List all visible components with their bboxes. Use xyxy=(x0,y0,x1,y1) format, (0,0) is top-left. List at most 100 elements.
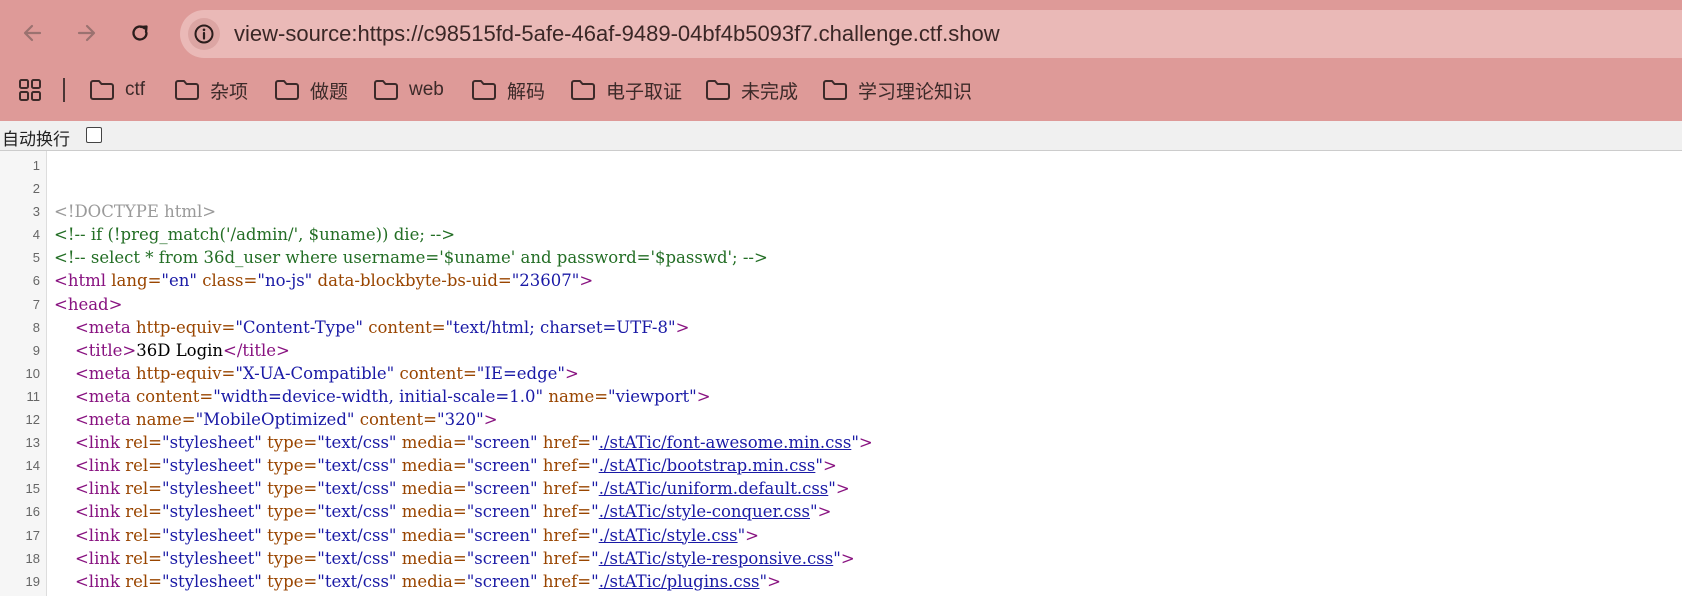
source-token: "text/css" xyxy=(317,479,397,499)
source-token: <!-- if (!preg_match('/admin/', $uname))… xyxy=(54,225,456,245)
folder-icon xyxy=(706,80,730,100)
source-token: rel= xyxy=(125,548,162,568)
source-token: "stylesheet" xyxy=(162,571,262,591)
source-token: type= xyxy=(261,525,318,545)
source-token: "IE=edge" xyxy=(476,363,566,383)
source-token: class= xyxy=(196,271,258,291)
source-token: " xyxy=(851,433,859,453)
source-token: " xyxy=(591,479,599,499)
source-line: 14 <link rel="stylesheet" type="text/css… xyxy=(0,454,1682,477)
source-token: 36D Login xyxy=(136,340,224,360)
line-number: 12 xyxy=(25,412,40,428)
source-link[interactable]: ./stATic/style.css xyxy=(599,526,738,545)
source-view: 1 2 3 <!DOCTYPE html> 4 <!-- if (!preg_match(… xyxy=(0,151,1682,596)
bookmark-folder-misc[interactable]: 杂项 xyxy=(174,76,248,104)
source-token: <meta xyxy=(54,386,136,406)
source-token: http-equiv= xyxy=(135,363,236,383)
source-token: " xyxy=(591,525,599,545)
folder-icon xyxy=(374,80,398,100)
url-text[interactable]: view-source:https://c98515fd-5afe-46af-9… xyxy=(234,21,1000,47)
source-link[interactable]: ./stATic/bootstrap.min.css xyxy=(599,456,816,475)
source-token: "screen" xyxy=(466,433,538,453)
line-content: <meta http-equiv="X-UA-Compatible" conte… xyxy=(54,362,579,385)
forward-button[interactable] xyxy=(68,15,104,51)
source-token: </title> xyxy=(223,340,290,360)
line-content: <link rel="stylesheet" type="text/css" m… xyxy=(54,547,855,570)
source-link[interactable]: ./stATic/font-awesome.min.css xyxy=(599,433,852,452)
bookmark-label: 解码 xyxy=(507,81,546,103)
source-token: "viewport" xyxy=(608,386,697,406)
source-line: 12 <meta name="MobileOptimized" content=… xyxy=(0,408,1682,431)
bookmark-label: 未完成 xyxy=(741,81,799,103)
source-link[interactable]: ./stATic/plugins.css xyxy=(599,572,760,591)
source-token: <link xyxy=(54,433,126,453)
source-token: > xyxy=(822,456,837,476)
source-token: " xyxy=(809,502,818,522)
source-token: <link xyxy=(54,502,126,522)
source-token: content= xyxy=(363,317,446,337)
folder-icon xyxy=(472,80,496,100)
line-number: 16 xyxy=(25,504,40,520)
source-token: > xyxy=(745,525,759,545)
source-token: " xyxy=(591,456,599,476)
bookmark-folder-exercises[interactable]: 做题 xyxy=(274,76,348,104)
source-token: media= xyxy=(396,502,467,522)
line-content: <html lang="en" class="no-js" data-block… xyxy=(54,269,593,292)
line-number: 7 xyxy=(32,296,40,312)
bookmark-label: web xyxy=(409,79,444,100)
source-token: > xyxy=(817,502,832,522)
source-token: href= xyxy=(537,502,592,522)
bookmark-folder-unfinished[interactable]: 未完成 xyxy=(705,76,798,104)
source-token: content= xyxy=(135,386,214,406)
bookmark-folder-ctf[interactable]: ctf xyxy=(89,76,145,104)
source-token: "X-UA-Compatible" xyxy=(235,363,395,383)
bookmark-folder-forensics[interactable]: 电子取证 xyxy=(570,76,682,104)
address-bar[interactable]: view-source:https://c98515fd-5afe-46af-9… xyxy=(180,10,1682,58)
source-token: <head> xyxy=(54,294,123,314)
source-token: "text/css" xyxy=(317,502,397,522)
bookmark-label: 做题 xyxy=(310,81,349,103)
source-token: media= xyxy=(396,456,467,476)
bookmark-folder-theory[interactable]: 学习理论知识 xyxy=(822,76,972,104)
source-token: "stylesheet" xyxy=(162,456,262,476)
source-link[interactable]: ./stATic/uniform.default.css xyxy=(599,479,829,498)
source-token: > xyxy=(767,571,781,591)
source-token: "stylesheet" xyxy=(162,502,262,522)
source-token: type= xyxy=(261,456,318,476)
source-token: "screen" xyxy=(466,502,538,522)
back-button[interactable] xyxy=(15,15,51,51)
source-link[interactable]: ./stATic/style-conquer.css xyxy=(599,502,810,521)
line-number: 10 xyxy=(25,365,40,381)
line-number: 6 xyxy=(32,273,40,289)
source-token: > xyxy=(835,479,850,499)
bookmark-label: ctf xyxy=(125,79,146,100)
source-token: "text/css" xyxy=(317,525,397,545)
source-token: href= xyxy=(537,548,592,568)
apps-grid-icon[interactable] xyxy=(18,78,42,102)
source-token: media= xyxy=(396,479,467,499)
source-link[interactable]: ./stATic/style-responsive.css xyxy=(599,549,834,568)
source-token: <link xyxy=(54,571,126,591)
bookmark-label: 学习理论知识 xyxy=(858,81,973,103)
bookmark-label: 电子取证 xyxy=(606,81,683,103)
folder-icon xyxy=(175,80,199,100)
source-token: data-blockbyte-bs-uid= xyxy=(312,271,512,291)
line-wrap-checkbox[interactable] xyxy=(86,127,102,143)
source-token: "screen" xyxy=(466,548,538,568)
source-token: " xyxy=(591,548,599,568)
site-info-button[interactable] xyxy=(188,18,220,50)
source-token: "320" xyxy=(437,410,484,430)
source-token: lang= xyxy=(111,271,162,291)
source-token: "Content-Type" xyxy=(235,317,364,337)
source-token: href= xyxy=(537,456,592,476)
line-content: <!-- select * from 36d_user where userna… xyxy=(54,246,768,269)
source-token: > xyxy=(840,548,855,568)
source-token: "width=device-width, initial-scale=1.0" xyxy=(213,386,544,406)
source-token: <link xyxy=(54,479,126,499)
source-token: <link xyxy=(54,456,126,476)
bookmark-folder-web[interactable]: web xyxy=(373,76,444,104)
reload-button[interactable] xyxy=(122,15,158,51)
bookmark-folder-decode[interactable]: 解码 xyxy=(471,76,545,104)
line-content: <link rel="stylesheet" type="text/css" m… xyxy=(54,570,781,593)
source-token: href= xyxy=(537,571,592,591)
